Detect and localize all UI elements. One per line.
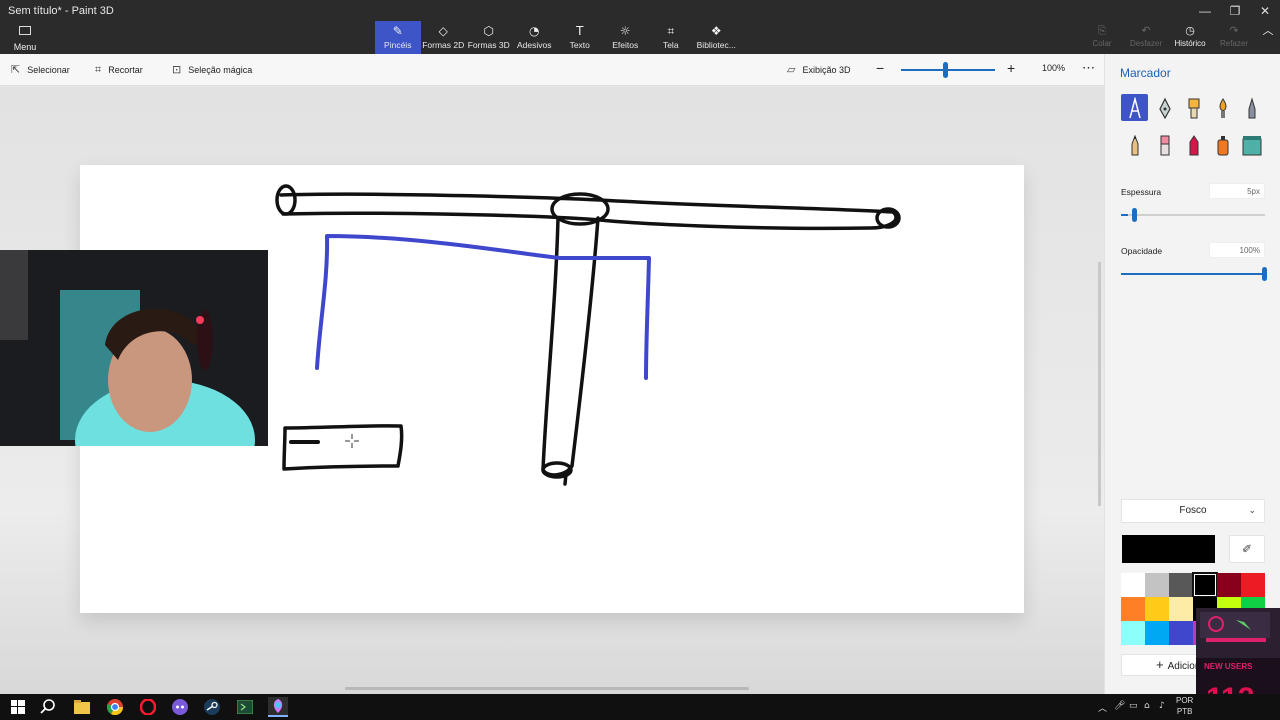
chrome-button[interactable]: [105, 697, 125, 717]
thickness-input[interactable]: 5px: [1209, 183, 1265, 199]
pixel-pen-brush[interactable]: [1238, 94, 1265, 121]
ribbon-right-tools: ⎘ Colar ↶ Desfazer ◷ Histórico ↷ Refazer ︿: [1080, 24, 1280, 54]
search-icon: [40, 699, 55, 714]
finish-dropdown[interactable]: Fosco ⌄: [1121, 499, 1265, 523]
eraser-icon: [1160, 135, 1169, 155]
calligraphy-pen-icon: [1158, 97, 1171, 119]
color-swatch[interactable]: [1121, 573, 1145, 597]
thickness-slider[interactable]: [1121, 208, 1265, 222]
opacity-slider-fill: [1121, 273, 1265, 275]
search-button[interactable]: [38, 697, 58, 717]
discord-button[interactable]: [170, 697, 190, 717]
color-swatch[interactable]: [1241, 573, 1265, 597]
eyedropper-button[interactable]: ✐: [1229, 535, 1265, 563]
redo-button[interactable]: ↷ Refazer: [1212, 24, 1256, 54]
color-swatch[interactable]: [1121, 621, 1145, 645]
spray-can-brush[interactable]: [1209, 131, 1236, 158]
marker-brush[interactable]: [1121, 94, 1148, 121]
terminal-button[interactable]: [235, 697, 255, 717]
history-button[interactable]: ◷ Histórico: [1168, 24, 1212, 54]
color-swatch[interactable]: [1169, 573, 1193, 597]
horizontal-scrollbar[interactable]: [345, 687, 749, 690]
color-swatch[interactable]: [1192, 572, 1218, 598]
pixel-pen-icon: [1248, 96, 1255, 118]
color-swatch[interactable]: [1217, 573, 1241, 597]
opacity-label: Opacidade: [1121, 246, 1163, 256]
eyedropper-icon: ✐: [1241, 542, 1253, 556]
calligraphy-pen-brush[interactable]: [1151, 94, 1178, 121]
color-swatch[interactable]: [1169, 597, 1193, 621]
fill-brush[interactable]: [1238, 131, 1265, 158]
color-swatch[interactable]: [1145, 597, 1169, 621]
paint-3d-icon: [273, 699, 283, 713]
folder-icon: [74, 700, 90, 714]
post-tail-stroke: [563, 472, 568, 486]
network-icon[interactable]: ⌂: [1144, 701, 1150, 711]
tray-chevron-icon[interactable]: ︿: [1098, 701, 1107, 714]
pencil-brush[interactable]: [1121, 131, 1148, 158]
thickness-slider-fill: [1121, 214, 1129, 216]
small-box-stroke: [282, 424, 404, 471]
opera-button[interactable]: [138, 697, 158, 717]
color-swatch[interactable]: [1145, 573, 1169, 597]
history-icon: ◷: [1185, 24, 1195, 37]
watercolor-brush[interactable]: [1209, 94, 1236, 121]
chevron-up-icon: ︿: [1262, 24, 1274, 37]
crayon-icon: [1189, 134, 1198, 155]
thickness-label: Espessura: [1121, 187, 1162, 197]
undo-button[interactable]: ↶ Desfazer: [1124, 24, 1168, 54]
volume-icon[interactable]: ♪: [1159, 701, 1165, 711]
paint-3d-taskbar-button[interactable]: [268, 697, 288, 717]
webcam-overlay: [0, 250, 268, 446]
new-users-label: NEW USERS: [1204, 662, 1253, 671]
maximize-icon[interactable]: ❐: [1220, 3, 1250, 19]
crayon-brush[interactable]: [1180, 131, 1207, 158]
chevron-down-icon: ⌄: [1248, 506, 1256, 516]
minimize-icon[interactable]: —: [1190, 3, 1220, 19]
plus-icon: +: [1156, 657, 1164, 672]
steam-button[interactable]: [202, 697, 222, 717]
undo-icon: ↶: [1141, 24, 1151, 37]
blue-frame-stroke: [315, 234, 651, 380]
input-language-indicator[interactable]: POR PTB: [1176, 695, 1193, 717]
discord-icon: [172, 699, 188, 715]
collapse-ribbon-button[interactable]: ︿: [1256, 24, 1280, 54]
file-explorer-button[interactable]: [72, 697, 92, 717]
chrome-icon: [107, 699, 123, 715]
thickness-slider-thumb[interactable]: [1132, 208, 1138, 222]
pencil-icon: [1131, 134, 1138, 155]
windows-icon: [11, 700, 25, 714]
opacity-slider[interactable]: [1121, 267, 1267, 281]
spray-can-icon: [1217, 135, 1228, 155]
watercolor-icon: [1219, 97, 1226, 118]
opacity-slider-thumb[interactable]: [1262, 267, 1267, 281]
vertical-scrollbar[interactable]: [1098, 262, 1101, 506]
overlay-graphic: [1196, 608, 1280, 658]
opacity-input[interactable]: 100%: [1209, 242, 1265, 258]
bar-left-end-stroke: [275, 184, 297, 216]
color-swatch[interactable]: [1145, 621, 1169, 645]
steam-icon: [204, 699, 220, 715]
webcam-image: [0, 250, 268, 446]
oil-brush-icon: [1188, 98, 1199, 118]
eraser-brush[interactable]: [1151, 131, 1178, 158]
microphone-icon[interactable]: 🎤︎: [1114, 701, 1125, 711]
color-swatch[interactable]: [1121, 597, 1145, 621]
taskbar: ︿ 🎤︎ ▭ ⌂ ♪ POR PTB: [0, 694, 1280, 720]
battery-icon[interactable]: ▭: [1129, 701, 1138, 711]
crosshair-cursor: [345, 434, 359, 448]
fill-icon: [1242, 135, 1261, 155]
redo-icon: ↷: [1229, 24, 1239, 37]
opera-icon: [140, 699, 156, 715]
terminal-icon: [237, 700, 253, 714]
panel-title: Marcador: [1120, 66, 1171, 80]
color-swatch[interactable]: [1169, 621, 1193, 645]
current-color: [1122, 535, 1215, 563]
marker-icon: [1128, 96, 1141, 118]
start-button[interactable]: [8, 697, 28, 717]
oil-brush[interactable]: [1180, 94, 1207, 121]
close-icon[interactable]: ✕: [1250, 3, 1280, 19]
brush-panel: Marcador Espessura 5px Opacidade 100% Fo…: [1104, 54, 1280, 694]
